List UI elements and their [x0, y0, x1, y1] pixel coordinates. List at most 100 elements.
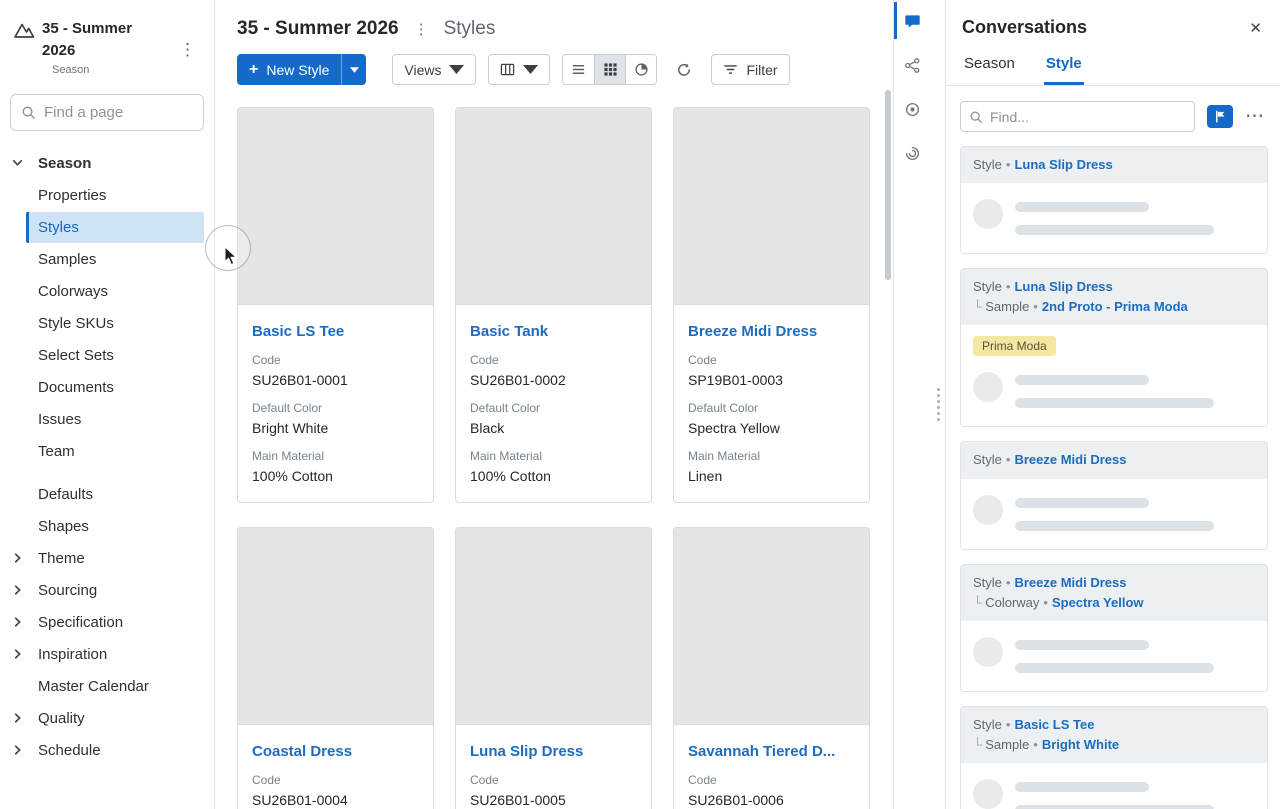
style-card[interactable]: Breeze Midi Dress Code SP19B01-0003 Defa…: [673, 107, 870, 503]
sidebar-item-documents[interactable]: Documents: [0, 372, 214, 403]
conversation-style-link[interactable]: Luna Slip Dress: [1014, 157, 1112, 172]
find-page-input[interactable]: [44, 103, 193, 121]
target-icon: [905, 102, 920, 117]
style-name-link[interactable]: Breeze Midi Dress: [688, 323, 855, 340]
sidebar-item-master-calendar[interactable]: Master Calendar: [0, 671, 214, 702]
style-name-link[interactable]: Basic Tank: [470, 323, 637, 340]
tab-style[interactable]: Style: [1043, 46, 1084, 85]
more-options-icon[interactable]: ⋯: [1245, 107, 1264, 126]
sidebar-item-style-skus[interactable]: Style SKUs: [0, 308, 214, 339]
sidebar-item-quality[interactable]: Quality: [0, 703, 214, 734]
conversations-panel: Conversations ✕ Season Style ⋯ Style•Lun…: [945, 0, 1280, 809]
sidebar-item-inspiration[interactable]: Inspiration: [0, 639, 214, 670]
style-card[interactable]: Coastal Dress Code SU26B01-0004: [237, 527, 434, 809]
main-material-value: 100% Cotton: [470, 468, 551, 484]
grid-view-button[interactable]: [594, 55, 626, 84]
conversation-style-link[interactable]: Breeze Midi Dress: [1014, 575, 1126, 590]
sidebar-item-samples[interactable]: Samples: [0, 244, 214, 275]
sidebar-item-team[interactable]: Team: [0, 436, 214, 467]
new-style-button[interactable]: + New Style: [237, 54, 367, 85]
plus-icon: +: [249, 60, 259, 78]
filter-icon: [724, 65, 738, 74]
conversation-colorway-link[interactable]: Spectra Yellow: [1052, 595, 1144, 610]
sidebar-item-styles[interactable]: Styles: [0, 211, 214, 243]
refresh-button[interactable]: [669, 55, 699, 85]
sidebar-item-colorways[interactable]: Colorways: [0, 276, 214, 307]
list-view-button[interactable]: [563, 55, 595, 84]
style-card[interactable]: Luna Slip Dress Code SU26B01-0005: [455, 527, 652, 809]
sidebar-item-season[interactable]: Season: [0, 148, 214, 179]
style-image-placeholder: [238, 528, 433, 725]
sidebar-item-properties[interactable]: Properties: [0, 180, 214, 211]
chevron-right-icon[interactable]: [11, 552, 24, 565]
sidebar-item-defaults[interactable]: Defaults: [0, 479, 214, 510]
title-menu-icon[interactable]: ⋮: [414, 20, 429, 38]
conversation-style-link[interactable]: Breeze Midi Dress: [1014, 452, 1126, 467]
views-dropdown[interactable]: Views: [392, 54, 477, 85]
style-card[interactable]: Savannah Tiered D... Code SU26B01-0006: [673, 527, 870, 809]
style-name-link[interactable]: Luna Slip Dress: [470, 743, 637, 760]
bullet-separator-icon: •: [1033, 299, 1038, 315]
vertical-scrollbar[interactable]: [885, 90, 891, 280]
code-label: Code: [688, 773, 717, 787]
close-icon[interactable]: ✕: [1249, 19, 1262, 37]
workspace-menu-icon[interactable]: ⋮: [179, 40, 196, 60]
code-label: Code: [688, 353, 717, 367]
message-skeleton: [1015, 372, 1255, 409]
bullet-separator-icon: •: [1005, 279, 1011, 295]
new-conversation-button[interactable]: [1207, 105, 1233, 128]
pie-chart-icon: [635, 63, 648, 76]
conversations-find-input[interactable]: [990, 108, 1186, 125]
bullet-separator-icon: •: [1033, 736, 1038, 752]
chevron-right-icon[interactable]: [11, 616, 24, 629]
chart-view-button[interactable]: [625, 55, 657, 84]
conversations-search[interactable]: [960, 101, 1195, 132]
avatar: [973, 779, 1003, 809]
tab-season[interactable]: Season: [962, 46, 1017, 85]
style-name-link[interactable]: Basic LS Tee: [252, 323, 419, 340]
sidebar-search[interactable]: [10, 93, 204, 131]
columns-dropdown[interactable]: [488, 54, 551, 85]
conversation-sample-link[interactable]: 2nd Proto - Prima Moda: [1042, 299, 1188, 314]
drag-handle-icon: [936, 388, 940, 421]
sidebar-item-specification[interactable]: Specification: [0, 607, 214, 638]
sidebar-item-sourcing[interactable]: Sourcing: [0, 575, 214, 606]
conversation-style-link[interactable]: Basic LS Tee: [1014, 717, 1094, 732]
caret-down-icon: [449, 65, 465, 74]
sidebar-item-issues[interactable]: Issues: [0, 404, 214, 435]
style-image-placeholder: [238, 108, 433, 305]
filter-button[interactable]: Filter: [711, 54, 790, 85]
conversation-style-link[interactable]: Luna Slip Dress: [1014, 279, 1112, 294]
conversation-card[interactable]: Style • Breeze Midi Dress └ Colorway • Spectr…: [960, 563, 1268, 692]
chevron-right-icon[interactable]: [11, 648, 24, 661]
conversation-card[interactable]: Style • Basic LS Tee └ Sample • Bright White: [960, 705, 1268, 809]
target-rail-button[interactable]: [894, 98, 931, 121]
sidebar-item-shapes[interactable]: Shapes: [0, 511, 214, 542]
conversation-card[interactable]: Style • Luna Slip Dress: [960, 146, 1268, 255]
chevron-right-icon[interactable]: [11, 712, 24, 725]
chevron-down-icon[interactable]: [11, 157, 24, 170]
panel-resize-handle[interactable]: [931, 0, 945, 809]
style-name-link[interactable]: Coastal Dress: [252, 743, 419, 760]
conversation-card[interactable]: Style • Breeze Midi Dress: [960, 441, 1268, 550]
conversation-card[interactable]: Style • Luna Slip Dress └ Sample • 2nd Proto …: [960, 268, 1268, 428]
style-card[interactable]: Basic LS Tee Code SU26B01-0001 Default C…: [237, 107, 434, 503]
sidebar-item-theme[interactable]: Theme: [0, 543, 214, 574]
spiral-rail-button[interactable]: [894, 142, 931, 165]
conversation-sub-type: Sample: [985, 736, 1030, 752]
conversation-type: Style: [973, 279, 1002, 295]
default-color-label: Default Color: [470, 401, 541, 415]
sidebar-item-select-sets[interactable]: Select Sets: [0, 340, 214, 371]
message-skeleton: [1015, 779, 1255, 809]
chevron-right-icon[interactable]: [11, 584, 24, 597]
new-style-dropdown-button[interactable]: [341, 54, 366, 85]
style-name-link[interactable]: Savannah Tiered D...: [688, 743, 855, 760]
chevron-right-icon[interactable]: [11, 744, 24, 757]
sidebar-item-schedule[interactable]: Schedule: [0, 735, 214, 766]
workspace-title: 35 - Summer 2026: [42, 20, 133, 59]
share-rail-button[interactable]: [894, 54, 931, 77]
avatar: [973, 199, 1003, 230]
conversation-sample-link[interactable]: Bright White: [1042, 737, 1119, 752]
conversations-rail-button[interactable]: [894, 2, 931, 39]
style-card[interactable]: Basic Tank Code SU26B01-0002 Default Col…: [455, 107, 652, 503]
